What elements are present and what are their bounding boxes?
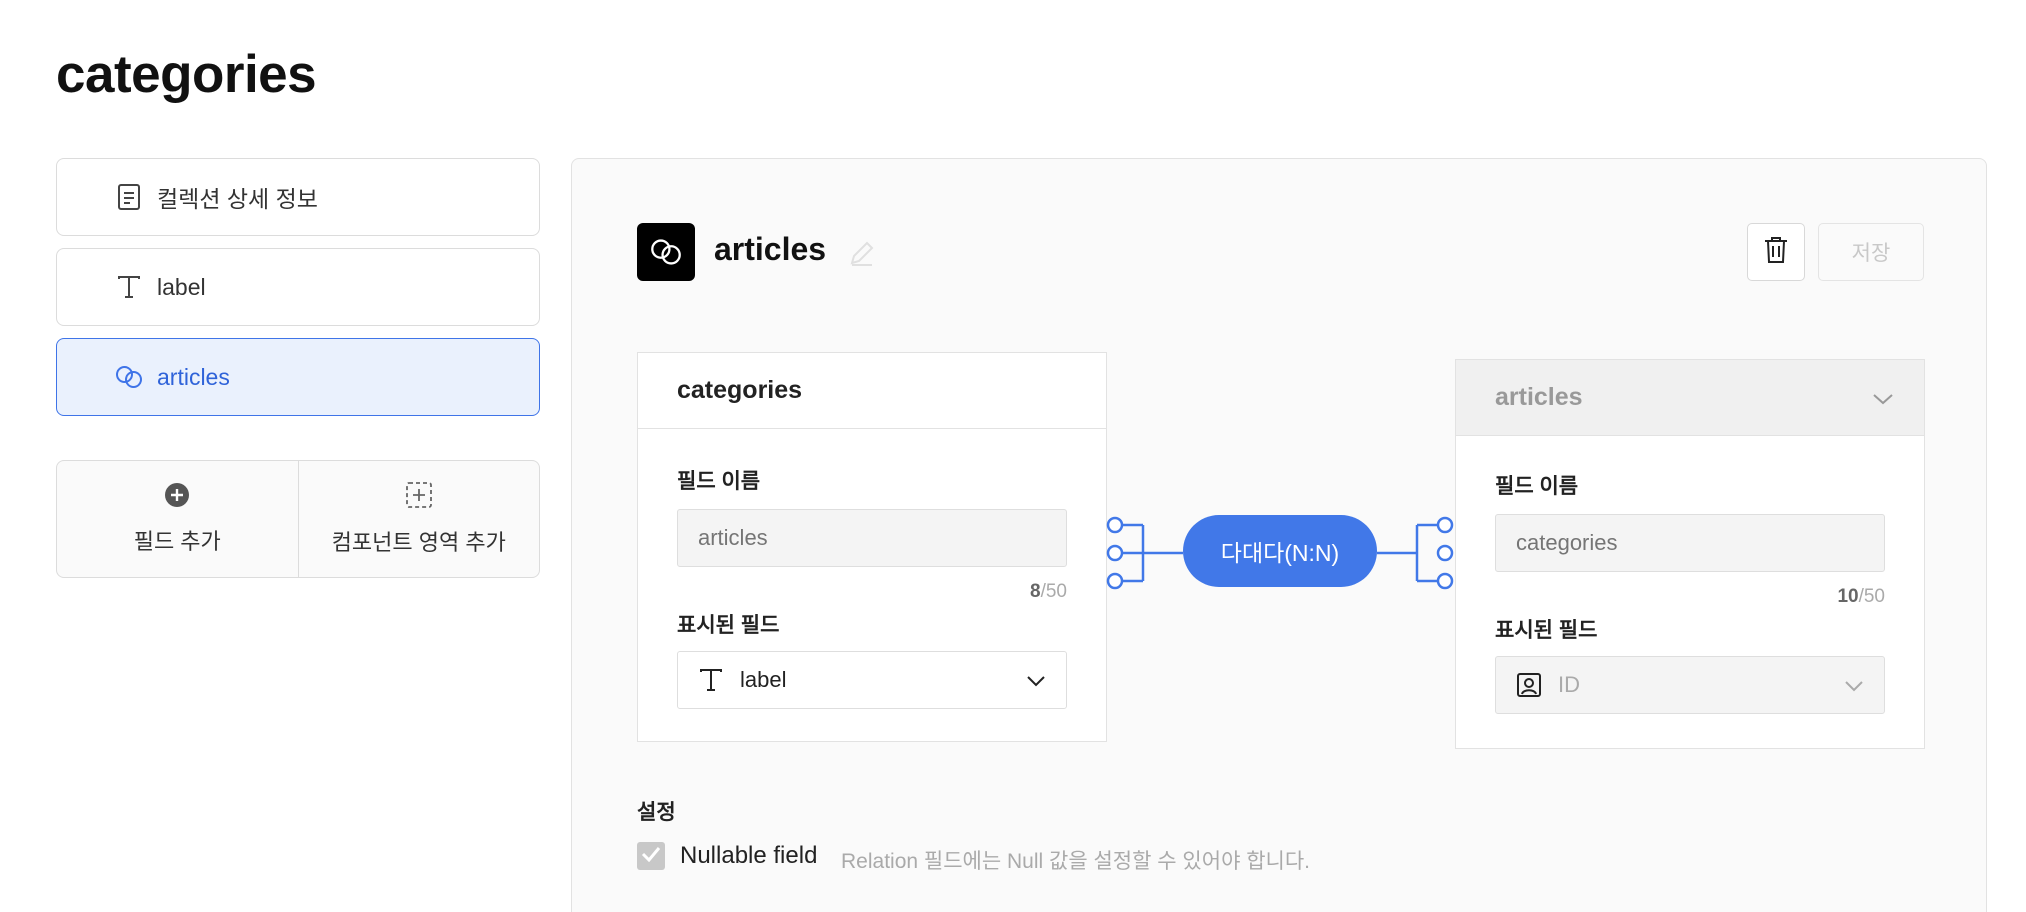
display-field-label: 표시된 필드 (677, 614, 780, 637)
display-field-value: ID (1558, 672, 1580, 697)
chevron-down-icon (1872, 383, 1894, 412)
sidebar-item-collection-details[interactable]: 컬렉션 상세 정보 (56, 158, 540, 236)
delete-button[interactable] (1747, 223, 1805, 281)
target-collection-card: articles 필드 이름 10/50 표시된 필드 ID (1455, 359, 1925, 749)
field-name-label: 필드 이름 (677, 470, 761, 493)
char-count: 10/50 (1837, 586, 1885, 607)
field-name-label: 필드 이름 (1495, 475, 1579, 498)
nullable-description: Relation 필드에는 Null 값을 설정할 수 있어야 합니다. (841, 850, 1311, 873)
sidebar-item-label-field[interactable]: label (56, 248, 540, 326)
target-display-field-select[interactable]: ID (1495, 656, 1885, 714)
sidebar-item-articles[interactable]: articles (56, 338, 540, 416)
field-type-icon (637, 223, 695, 281)
add-field-label: 필드 추가 (133, 529, 221, 554)
save-button[interactable]: 저장 (1818, 223, 1924, 281)
relation-type-button[interactable]: 다대다(N:N) (1183, 515, 1377, 587)
target-collection-name: articles (1495, 383, 1583, 411)
display-field-value: label (740, 667, 787, 692)
add-field-button[interactable]: 필드 추가 (57, 461, 298, 577)
sidebar-item-label: articles (157, 363, 230, 390)
add-actions: 필드 추가 컴포넌트 영역 추가 (56, 460, 540, 578)
target-collection-select[interactable]: articles (1456, 360, 1924, 436)
display-field-label: 표시된 필드 (1495, 619, 1598, 642)
sidebar-item-label: label (157, 273, 206, 300)
id-badge-icon (1514, 672, 1544, 698)
text-icon (115, 273, 143, 301)
field-name-title: articles (714, 231, 827, 267)
page-title: categories (56, 45, 317, 104)
source-field-name-input[interactable] (677, 509, 1067, 567)
add-component-icon (405, 481, 433, 515)
chevron-down-icon (1844, 672, 1864, 698)
link-icon (651, 239, 681, 265)
trash-icon (1762, 235, 1790, 270)
nullable-label: Nullable field (680, 842, 818, 869)
source-collection-name: categories (638, 353, 1106, 429)
add-component-label: 컴포넌트 영역 추가 (331, 530, 506, 555)
source-collection-card: categories 필드 이름 8/50 표시된 필드 label (637, 352, 1107, 742)
target-field-name-input[interactable] (1495, 514, 1885, 572)
text-icon (696, 667, 726, 693)
nullable-checkbox[interactable] (637, 842, 665, 870)
plus-circle-icon (164, 482, 190, 514)
add-component-area-button[interactable]: 컴포넌트 영역 추가 (297, 461, 540, 577)
sidebar-item-label: 컬렉션 상세 정보 (157, 186, 318, 212)
settings-title: 설정 (637, 801, 676, 824)
pencil-icon[interactable] (848, 239, 876, 272)
checkmark-icon (641, 846, 661, 867)
link-icon (115, 363, 143, 391)
char-count: 8/50 (1030, 581, 1067, 602)
chevron-down-icon (1026, 667, 1046, 693)
document-icon (115, 183, 143, 211)
source-display-field-select[interactable]: label (677, 651, 1067, 709)
